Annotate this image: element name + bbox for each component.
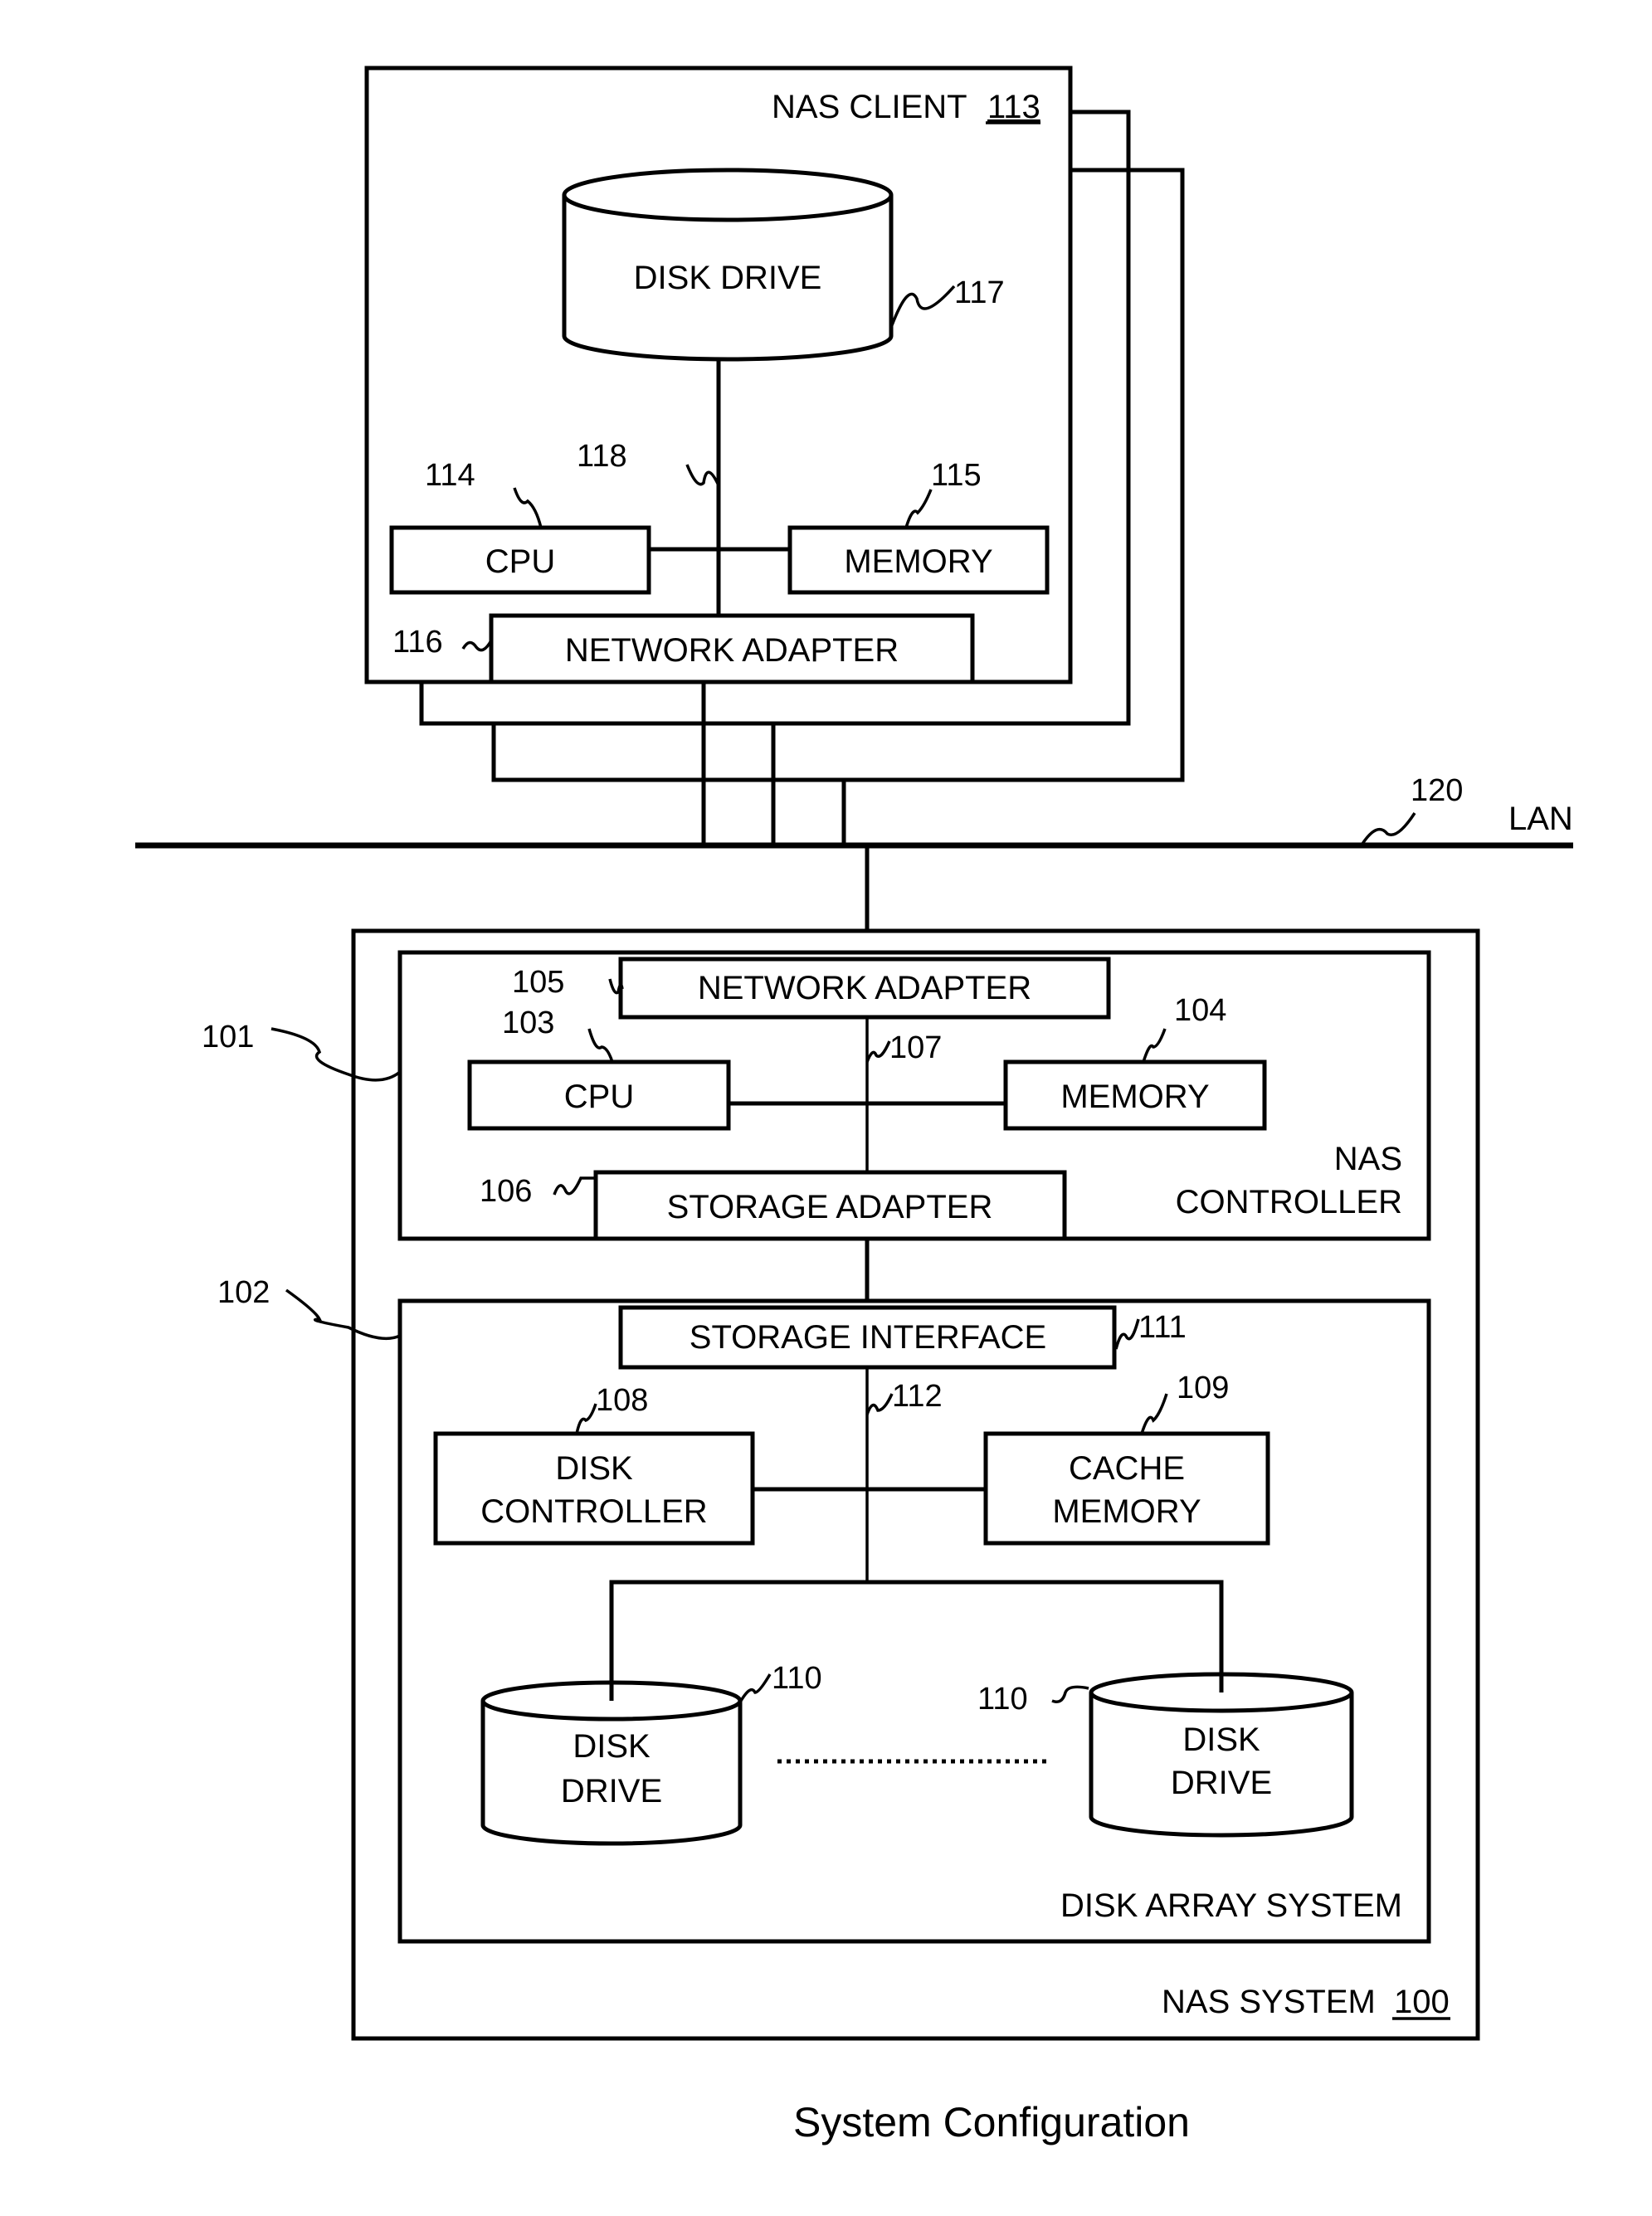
client-network-adapter-label: NETWORK ADAPTER: [565, 632, 899, 669]
nas-client-ref: 113: [987, 89, 1040, 125]
ref-101: 101: [202, 1020, 254, 1054]
drive-1-line2: DRIVE: [561, 1773, 662, 1809]
storage-interface-label: STORAGE INTERFACE: [690, 1319, 1046, 1356]
client-cpu-label: CPU: [485, 543, 555, 580]
ref-107: 107: [889, 1030, 942, 1065]
ref-103: 103: [502, 1006, 554, 1040]
controller-network-adapter-label: NETWORK ADAPTER: [698, 970, 1031, 1006]
ref-110a: 110: [772, 1661, 822, 1696]
ref-118: 118: [577, 439, 627, 474]
storage-adapter-label: STORAGE ADAPTER: [667, 1189, 993, 1225]
drive-2-line2: DRIVE: [1171, 1765, 1272, 1801]
ref-117: 117: [954, 275, 1005, 310]
ref-106: 106: [480, 1174, 532, 1209]
drive-2-line1: DISK: [1182, 1722, 1260, 1758]
ref-115: 115: [931, 458, 982, 493]
ref-105: 105: [512, 965, 564, 1000]
client-disk-drive: DISK DRIVE: [562, 168, 894, 362]
ref-112: 112: [892, 1379, 943, 1414]
lan-label: LAN: [1508, 801, 1573, 837]
ref-109: 109: [1177, 1371, 1229, 1405]
drive-1-line1: DISK: [573, 1728, 651, 1765]
ref-108: 108: [596, 1383, 648, 1418]
nas-client-title: NAS CLIENT: [772, 89, 967, 125]
nas-system-ref: 100: [1394, 1984, 1450, 2020]
cache-memory-line2: MEMORY: [1052, 1493, 1201, 1530]
cache-memory-line1: CACHE: [1069, 1450, 1185, 1487]
client-lan-connections: [494, 682, 1182, 845]
nas-controller-title-line1: NAS: [1334, 1141, 1402, 1177]
ref-114: 114: [425, 458, 475, 493]
nas-controller-title-line2: CONTROLLER: [1176, 1184, 1402, 1220]
disk-controller-line1: DISK: [555, 1450, 633, 1487]
ref-110b: 110: [977, 1682, 1028, 1717]
ref-120: 120: [1411, 773, 1463, 808]
ref-104: 104: [1174, 993, 1226, 1028]
client-memory-label: MEMORY: [844, 543, 992, 580]
controller-cpu-label: CPU: [564, 1079, 634, 1115]
figure-caption: System Configuration: [793, 2099, 1190, 2145]
ref-102: 102: [217, 1275, 270, 1310]
disk-array-title: DISK ARRAY SYSTEM: [1060, 1887, 1402, 1924]
disk-controller-line2: CONTROLLER: [480, 1493, 707, 1530]
nas-system-title: NAS SYSTEM: [1162, 1984, 1376, 2020]
system-configuration-diagram: NAS CLIENT 113 DISK DRIVE 117 118 CPU 11…: [135, 66, 1573, 2145]
ref-116: 116: [392, 625, 443, 660]
ref-111: 111: [1138, 1310, 1187, 1345]
client-disk-drive-label: DISK DRIVE: [634, 260, 822, 296]
ref-leader-120: [1361, 812, 1416, 845]
controller-memory-label: MEMORY: [1060, 1079, 1209, 1115]
